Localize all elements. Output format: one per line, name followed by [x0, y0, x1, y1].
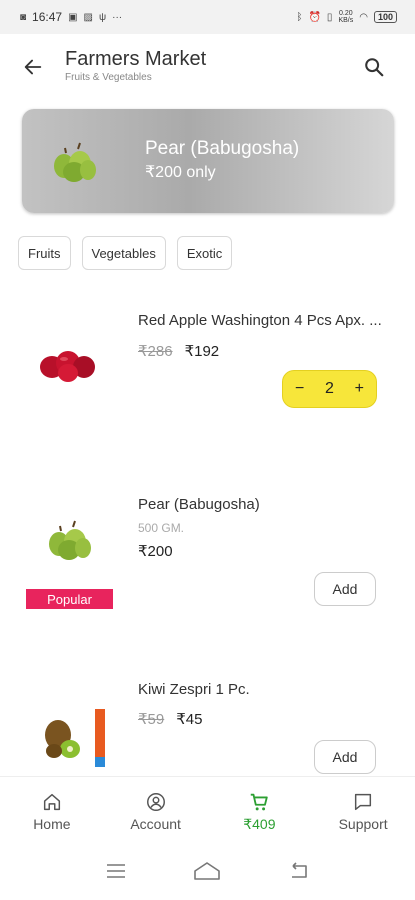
quantity-stepper: − 2 +: [282, 370, 377, 408]
page-title: Farmers Market: [65, 48, 207, 70]
nav-support[interactable]: Support: [311, 777, 415, 842]
back-button[interactable]: [18, 52, 48, 82]
category-chips: Fruits Vegetables Exotic: [18, 236, 233, 270]
nav-support-label: Support: [338, 816, 388, 832]
apple-image: [40, 351, 95, 382]
product-price-row: ₹286 ₹192: [138, 342, 219, 360]
kiwi-image: [45, 709, 105, 767]
banner-title: Pear (Babugosha): [145, 138, 300, 159]
pear-image: [54, 142, 96, 182]
product-name[interactable]: Kiwi Zespri 1 Pc.: [138, 681, 250, 698]
header-titles: Farmers Market Fruits & Vegetables: [65, 48, 206, 83]
nav-cart-total: ₹409: [243, 816, 276, 832]
nav-cart[interactable]: ₹409: [208, 777, 312, 842]
cart-icon: [251, 793, 269, 811]
banner-subtitle: ₹200 only: [145, 164, 216, 181]
product-name[interactable]: Pear (Babugosha): [138, 496, 260, 513]
home-outline-icon: [194, 862, 221, 880]
menu-icon: [106, 864, 125, 878]
app-header: Farmers Market Fruits & Vegetables: [0, 34, 415, 100]
decrement-button[interactable]: −: [295, 380, 304, 398]
product-price-row: ₹59 ₹45: [138, 710, 202, 728]
search-icon: [365, 58, 384, 77]
promo-banner[interactable]: Pear (Babugosha) ₹200 only: [22, 109, 394, 213]
bluetooth-icon: ᛒ: [296, 11, 303, 23]
nav-home-label: Home: [33, 816, 71, 832]
status-time: 16:47: [32, 10, 63, 24]
home-icon: [43, 793, 60, 811]
bottom-navigation: Home Account ₹409 Support: [0, 776, 415, 842]
product-item: Red Apple Washington 4 Pcs Apx. ... ₹286…: [0, 290, 415, 465]
photo-icon: ▨: [83, 11, 93, 23]
status-bar-right: ᛒ ⏰ ▯ 0.20 KB/s ◠ 100: [296, 10, 397, 24]
chip-fruits[interactable]: Fruits: [18, 236, 71, 270]
product-price: ₹45: [176, 711, 203, 728]
product-weight: 500 GM.: [138, 521, 185, 535]
search-button[interactable]: [359, 52, 389, 82]
increment-button[interactable]: +: [355, 380, 364, 398]
status-bar-left: ◙ 16:47 ▣ ▨ ψ ···: [20, 10, 122, 24]
arrow-left-icon: [24, 59, 42, 75]
product-old-price: ₹59: [138, 711, 165, 728]
page-subtitle: Fruits & Vegetables: [65, 72, 152, 83]
popular-badge: Popular: [26, 589, 113, 609]
status-bar: ◙ 16:47 ▣ ▨ ψ ··· ᛒ ⏰ ▯ 0.20 KB/s ◠ 100: [0, 0, 415, 34]
product-price: ₹192: [184, 343, 220, 360]
nav-account[interactable]: Account: [104, 777, 208, 842]
add-button[interactable]: Add: [314, 740, 376, 774]
chip-exotic[interactable]: Exotic: [176, 236, 233, 270]
chip-vegetables[interactable]: Vegetables: [81, 236, 166, 270]
alarm-icon: ⏰: [308, 11, 321, 23]
more-icon: ···: [112, 11, 123, 23]
network-speed: 0.20 KB/s: [338, 10, 354, 24]
whatsapp-icon: ◙: [20, 11, 27, 23]
product-old-price: ₹286: [138, 343, 173, 360]
product-price: ₹200: [138, 543, 173, 560]
back-return-icon: [292, 862, 307, 878]
quantity-value: 2: [325, 380, 334, 397]
home-system-button[interactable]: [192, 856, 222, 886]
message-icon: ▣: [68, 11, 78, 23]
system-navigation: [0, 842, 415, 900]
usb-icon: ψ: [98, 11, 107, 23]
nav-home[interactable]: Home: [0, 777, 104, 842]
add-button[interactable]: Add: [314, 572, 376, 606]
product-name[interactable]: Red Apple Washington 4 Pcs Apx. ...: [138, 312, 382, 329]
chat-icon: [355, 793, 372, 811]
wifi-icon: ◠: [359, 11, 368, 23]
recent-apps-button[interactable]: [101, 856, 131, 886]
back-system-button[interactable]: [284, 856, 314, 886]
pear-image: [49, 520, 91, 560]
vibrate-icon: ▯: [326, 11, 333, 23]
product-item: Pear (Babugosha) 500 GM. ₹200 Popular Ad…: [0, 475, 415, 650]
product-price-row: ₹200: [138, 542, 173, 560]
product-item: Kiwi Zespri 1 Pc. ₹59 ₹45 Add: [0, 665, 415, 776]
nav-account-label: Account: [130, 816, 181, 832]
account-icon: [146, 793, 165, 811]
battery-indicator: 100: [373, 11, 397, 23]
